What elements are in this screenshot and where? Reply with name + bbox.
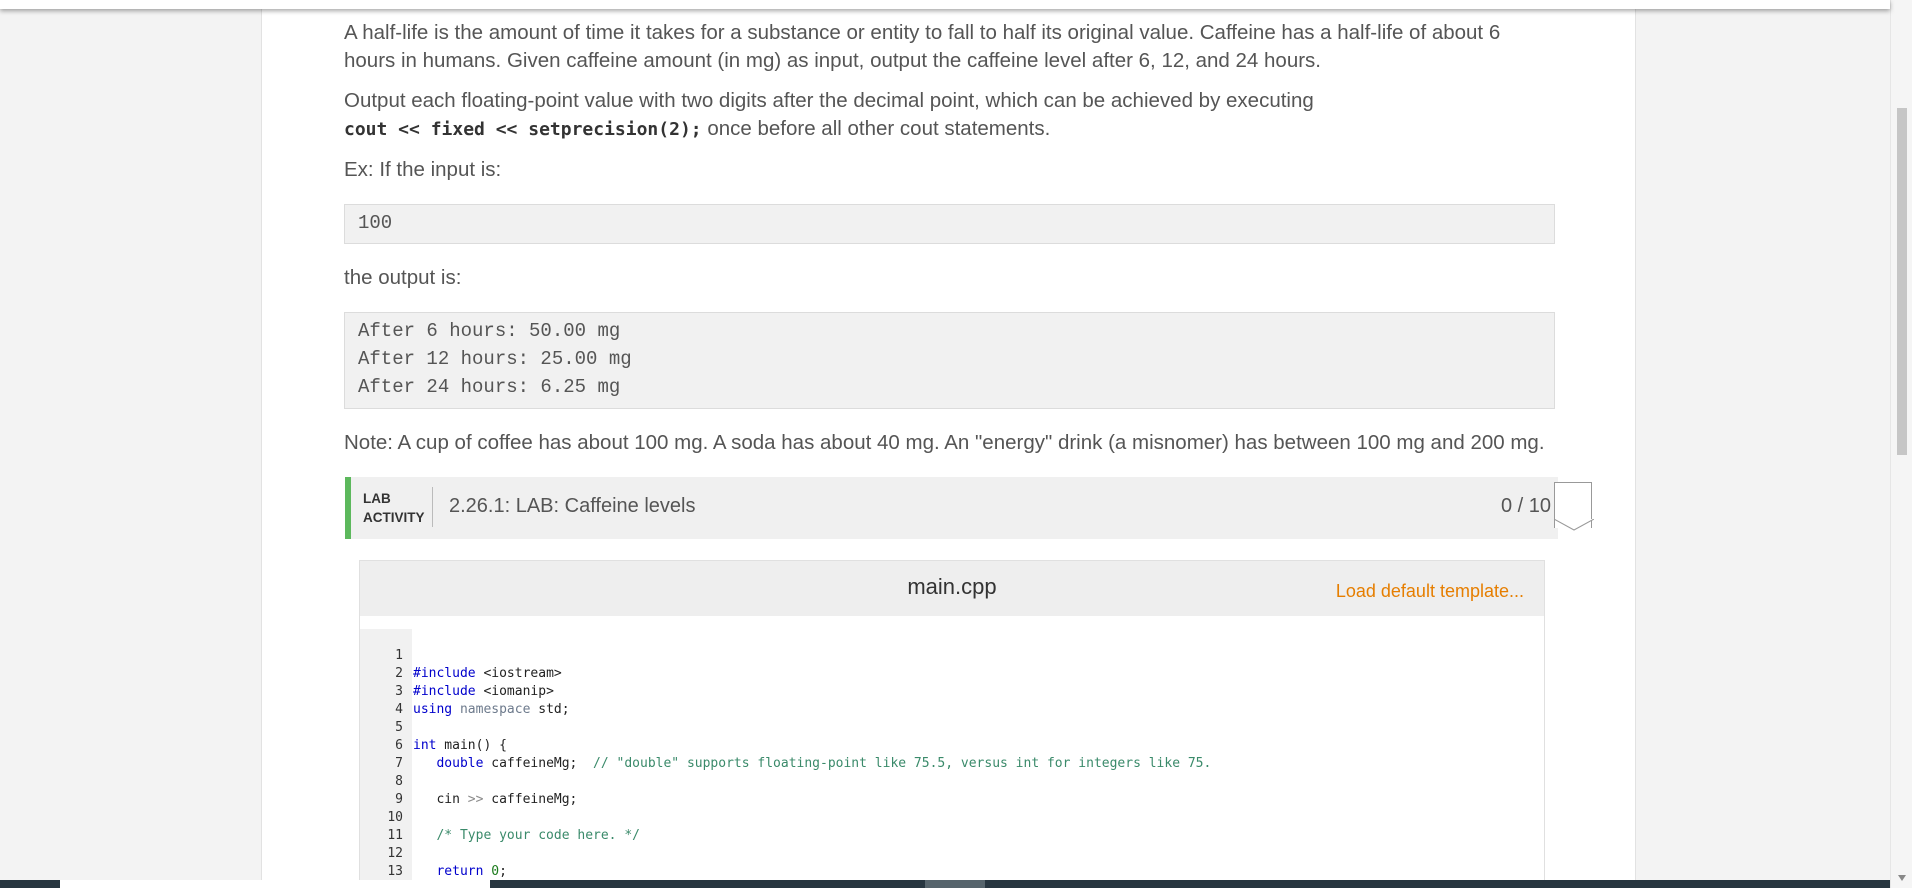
code-line[interactable]: 7: [360, 737, 1544, 771]
code-editor-panel: main.cpp Load default template... 1 #inc…: [359, 560, 1545, 888]
bottom-taskbar: [0, 880, 1890, 888]
vertical-scrollbar[interactable]: [1890, 0, 1912, 888]
scroll-down-arrow-icon[interactable]: [1898, 875, 1906, 881]
code-line[interactable]: 14: [360, 863, 1544, 888]
lab-header-divider: [432, 487, 433, 527]
lab-tag-line1: LAB: [363, 491, 391, 506]
lab-activity-header: LAB ACTIVITY 2.26.1: LAB: Caffeine level…: [345, 477, 1594, 539]
example-input-label: Ex: If the input is:: [344, 158, 502, 181]
taskbar-segment-active: [925, 880, 985, 888]
code-line[interactable]: 2 #include <iomanip>: [360, 647, 1544, 699]
lab-tag-line2: ACTIVITY: [363, 510, 425, 525]
example-input-box: 100: [344, 204, 1555, 244]
code-line[interactable]: 13 }: [360, 845, 1544, 888]
code-line[interactable]: 5 int main() {: [360, 701, 1544, 753]
code-line[interactable]: 10 /* Type your code here. */: [360, 791, 1544, 843]
code-line[interactable]: 6 double caffeineMg; // "double" support…: [360, 719, 1544, 771]
precision-text: Output each floating-point value with tw…: [344, 89, 1314, 112]
top-toolbar-shadow: [0, 0, 1890, 9]
code-line[interactable]: 1 #include <iostream>: [360, 629, 1544, 681]
load-default-template-link[interactable]: Load default template...: [1336, 581, 1524, 602]
taskbar-segment: [60, 880, 490, 888]
example-output-label: the output is:: [344, 266, 462, 289]
precision-instructions: Output each floating-point value with tw…: [344, 87, 1544, 144]
code-line[interactable]: 9: [360, 773, 1544, 807]
code-line[interactable]: 3 using namespace std;: [360, 665, 1544, 717]
precision-text-post: once before all other cout statements.: [701, 117, 1051, 140]
code-line[interactable]: 8 cin >> caffeineMg;: [360, 755, 1544, 807]
lab-score: 0 / 10: [1501, 495, 1552, 517]
code-line[interactable]: 12 return 0;: [360, 827, 1544, 879]
lab-title: 2.26.1: LAB: Caffeine levels: [449, 495, 696, 517]
example-output-box: After 6 hours: 50.00 mg After 12 hours: …: [344, 312, 1555, 409]
precision-code: cout << fixed << setprecision(2);: [344, 119, 702, 140]
content-page: A half-life is the amount of time it tak…: [261, 0, 1636, 888]
completion-badge-icon: [1554, 482, 1594, 531]
editor-header: main.cpp Load default template...: [360, 561, 1544, 616]
caffeine-note: Note: A cup of coffee has about 100 mg. …: [344, 431, 1545, 454]
scrollbar-thumb[interactable]: [1897, 108, 1907, 455]
code-line[interactable]: 11: [360, 809, 1544, 843]
lab-activity-tag: LAB ACTIVITY: [363, 489, 425, 527]
problem-description: A half-life is the amount of time it tak…: [344, 21, 1501, 72]
code-line[interactable]: 4: [360, 683, 1544, 717]
code-editor[interactable]: 1 #include <iostream> 2 #include <iomani…: [360, 629, 1544, 888]
